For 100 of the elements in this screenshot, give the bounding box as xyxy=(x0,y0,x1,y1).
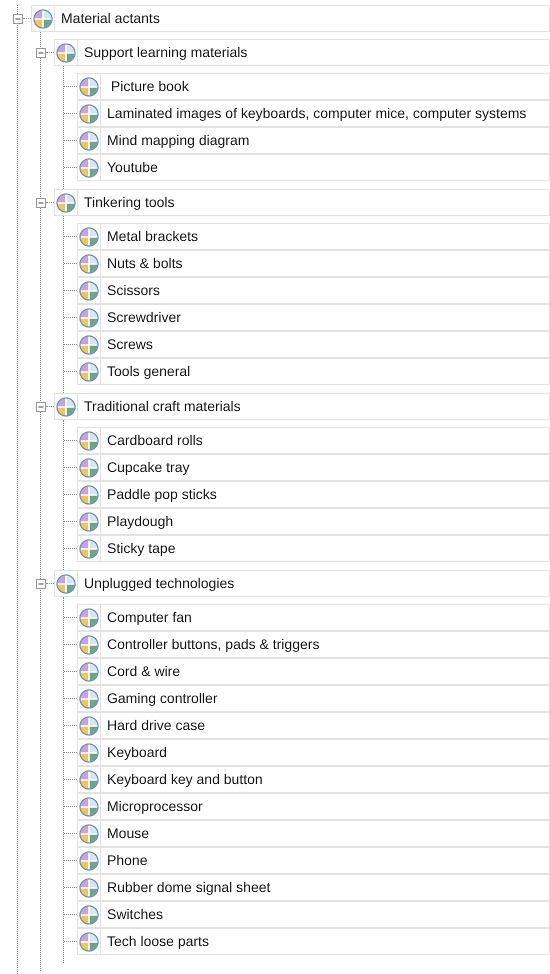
tree-item[interactable]: Tinkering tools xyxy=(54,189,550,216)
node-icon xyxy=(56,192,76,212)
tree-item-label: Keyboard key and button xyxy=(106,770,263,789)
tree-item-label: Material actants xyxy=(60,9,160,28)
node-icon xyxy=(79,334,99,354)
tree-item-label: Tinkering tools xyxy=(83,193,175,212)
tree-item-label: Cupcake tray xyxy=(106,458,190,477)
node-icon xyxy=(56,396,76,416)
tree-item[interactable]: Laminated images of keyboards, computer mice, computer systems xyxy=(77,100,550,127)
node-icon xyxy=(79,878,99,898)
node-icon xyxy=(79,688,99,708)
tree-item[interactable]: Cord & wire xyxy=(77,658,550,685)
tree-item-label: Picture book xyxy=(110,77,189,96)
collapse-icon[interactable] xyxy=(36,198,46,208)
node-icon xyxy=(79,796,99,816)
tree-item[interactable]: Mouse xyxy=(77,820,550,847)
tree-item-label: Scissors xyxy=(106,281,160,300)
tree-item-label: Playdough xyxy=(106,512,174,531)
tree-item-label: Cord & wire xyxy=(106,662,180,681)
node-icon xyxy=(79,662,99,682)
collapse-icon[interactable] xyxy=(36,48,46,58)
tree-item-label: Microprocessor xyxy=(106,797,203,816)
tree-item[interactable]: Unplugged technologies xyxy=(54,570,550,597)
tree-item-label: Hard drive case xyxy=(106,716,206,735)
tree-item-label: Traditional craft materials xyxy=(83,397,241,416)
node-icon xyxy=(79,308,99,328)
tree-item-label: Phone xyxy=(106,851,148,870)
tree-item[interactable]: Computer fan xyxy=(77,604,550,631)
node-icon xyxy=(79,538,99,558)
tree-item[interactable]: Nuts & bolts xyxy=(77,250,550,277)
tree-item[interactable]: Cupcake tray xyxy=(77,454,550,481)
node-icon xyxy=(79,742,99,762)
tree-item-label: Tech loose parts xyxy=(106,932,209,951)
node-icon xyxy=(79,608,99,628)
tree-item[interactable]: Tools general xyxy=(77,358,550,385)
node-icon xyxy=(56,574,76,594)
node-icon xyxy=(79,770,99,790)
tree-item-label: Mind mapping diagram xyxy=(106,131,250,150)
tree-item-label: Gaming controller xyxy=(106,689,218,708)
tree-item-label: Unplugged technologies xyxy=(83,574,234,593)
node-icon xyxy=(79,254,99,274)
collapse-icon[interactable] xyxy=(36,402,46,412)
collapse-icon[interactable] xyxy=(13,14,23,24)
tree-item[interactable]: Playdough xyxy=(77,508,550,535)
tree-item[interactable]: Metal brackets xyxy=(77,223,550,250)
tree-item-label: Computer fan xyxy=(106,608,192,627)
node-icon xyxy=(79,932,99,952)
node-icon xyxy=(79,512,99,532)
tree-item[interactable]: Material actants xyxy=(31,5,550,32)
tree-item[interactable]: Screwdriver xyxy=(77,304,550,331)
node-icon xyxy=(79,362,99,382)
tree-item[interactable]: Cardboard rolls xyxy=(77,427,550,454)
tree-item[interactable]: Youtube xyxy=(77,154,550,181)
tree-item-label: Switches xyxy=(106,905,164,924)
tree-item-label: Tools general xyxy=(106,362,190,381)
tree-item[interactable]: Keyboard key and button xyxy=(77,766,550,793)
node-icon xyxy=(79,824,99,844)
tree-item-label: Keyboard xyxy=(106,743,167,762)
tree-item[interactable]: Screws xyxy=(77,331,550,358)
tree-item[interactable]: Paddle pop sticks xyxy=(77,481,550,508)
tree-item[interactable]: Tech loose parts xyxy=(77,928,550,955)
tree-item[interactable]: Picture book xyxy=(77,73,550,100)
tree-item[interactable]: Gaming controller xyxy=(77,685,550,712)
tree-item-label: Support learning materials xyxy=(83,43,248,62)
tree-item-label: Rubber dome signal sheet xyxy=(106,878,270,897)
tree-item-label: Youtube xyxy=(106,158,158,177)
tree-item[interactable]: Microprocessor xyxy=(77,793,550,820)
tree-item-label: Cardboard rolls xyxy=(106,431,203,450)
node-icon xyxy=(79,226,99,246)
node-icon xyxy=(79,716,99,736)
tree-item[interactable]: Traditional craft materials xyxy=(54,393,550,420)
tree-item-label: Mouse xyxy=(106,824,150,843)
tree-item-label: Nuts & bolts xyxy=(106,254,182,273)
tree-item[interactable]: Sticky tape xyxy=(77,535,550,562)
tree-item[interactable]: Rubber dome signal sheet xyxy=(77,874,550,901)
tree-item[interactable]: Switches xyxy=(77,901,550,928)
tree-item[interactable]: Scissors xyxy=(77,277,550,304)
tree-item-label: Paddle pop sticks xyxy=(106,485,217,504)
node-icon xyxy=(79,484,99,504)
node-icon xyxy=(79,458,99,478)
node-icon xyxy=(79,850,99,870)
tree-item[interactable]: Controller buttons, pads & triggers xyxy=(77,631,550,658)
tree-item[interactable]: Phone xyxy=(77,847,550,874)
node-icon xyxy=(79,104,99,124)
tree-item[interactable]: Keyboard xyxy=(77,739,550,766)
tree-item[interactable]: Hard drive case xyxy=(77,712,550,739)
tree-item-label: Screwdriver xyxy=(106,308,181,327)
node-icon xyxy=(79,904,99,924)
node-icon xyxy=(79,430,99,450)
tree-item-label: Controller buttons, pads & triggers xyxy=(106,635,320,654)
node-icon xyxy=(79,158,99,178)
tree-item-label: Metal brackets xyxy=(106,227,198,246)
node-icon xyxy=(56,42,76,62)
tree-item-label: Screws xyxy=(106,335,153,354)
collapse-icon[interactable] xyxy=(36,578,46,588)
node-icon xyxy=(33,8,53,28)
tree-item[interactable]: Support learning materials xyxy=(54,39,550,66)
tree-item[interactable]: Mind mapping diagram xyxy=(77,127,550,154)
node-icon xyxy=(79,130,99,150)
tree-item-label: Laminated images of keyboards, computer mice, computer systems xyxy=(106,104,526,123)
